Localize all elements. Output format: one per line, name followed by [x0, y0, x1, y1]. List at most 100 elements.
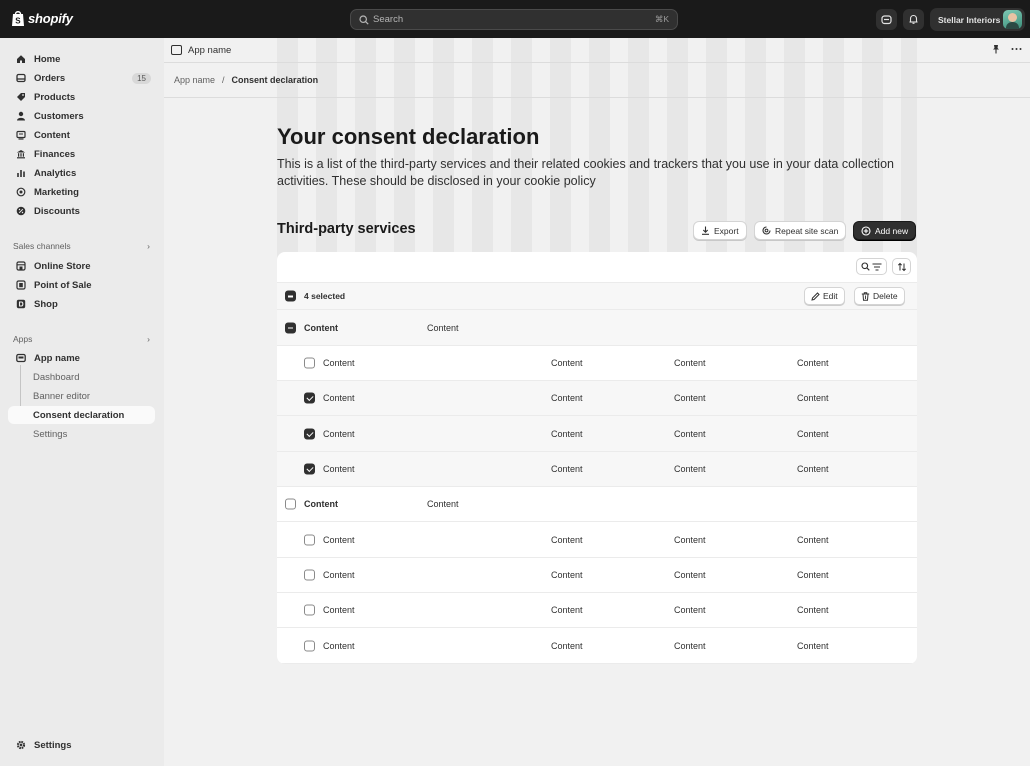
- select-all-checkbox[interactable]: [285, 290, 296, 302]
- row-cell: Content: [551, 570, 583, 580]
- sidebar-item-shop[interactable]: Shop: [8, 295, 155, 313]
- brand-name: shopify: [28, 11, 73, 26]
- sidebar-item-online-store[interactable]: Online Store: [8, 257, 155, 275]
- sidebar-item-home[interactable]: Home: [8, 50, 155, 68]
- sidebar-item-settings[interactable]: Settings: [8, 736, 155, 754]
- row-checkbox[interactable]: [304, 428, 315, 439]
- search-filter-button[interactable]: [856, 258, 887, 275]
- breadcrumb-parent-link[interactable]: App name: [174, 75, 215, 85]
- row-name: Content: [304, 499, 338, 509]
- chevron-right-icon: ›: [147, 241, 150, 251]
- row-name: Content: [323, 605, 355, 615]
- table-row[interactable]: Content Content Content Content: [277, 452, 917, 487]
- app-icon: [171, 45, 182, 55]
- table-row[interactable]: Content Content Content Content: [277, 381, 917, 416]
- add-new-label: Add new: [875, 225, 909, 236]
- sidebar-item-products[interactable]: Products: [8, 88, 155, 106]
- shopify-logo[interactable]: S shopify: [11, 10, 73, 27]
- delete-button[interactable]: Delete: [854, 287, 905, 305]
- avatar: [1003, 10, 1022, 29]
- table-row[interactable]: Content Content Content Content: [277, 416, 917, 452]
- apps-header[interactable]: Apps ›: [13, 334, 150, 344]
- sidebar-subitem-settings[interactable]: Settings: [8, 425, 155, 443]
- chevron-right-icon: ›: [147, 334, 150, 344]
- table-group-row[interactable]: Content Content: [277, 487, 917, 522]
- row-checkbox[interactable]: [304, 640, 315, 651]
- row-checkbox[interactable]: [304, 357, 315, 369]
- sidekick-icon: [881, 15, 892, 25]
- bulk-actions-bar: 4 selected Edit Delete: [277, 283, 917, 310]
- sales-channels-header[interactable]: Sales channels ›: [13, 241, 150, 251]
- sort-icon: [897, 262, 906, 271]
- row-cell: Content: [551, 605, 583, 615]
- table-toolbar: [277, 252, 917, 283]
- row-checkbox[interactable]: [304, 569, 315, 581]
- store-name: Stellar Interiors: [938, 14, 1001, 25]
- sidebar-item-content[interactable]: Content: [8, 126, 155, 144]
- table-row[interactable]: Content Content Content Content: [277, 522, 917, 558]
- sidebar-subitem-banner-editor[interactable]: Banner editor: [8, 387, 155, 405]
- table-row[interactable]: Content Content Content Content: [277, 628, 917, 664]
- sort-button[interactable]: [892, 258, 911, 275]
- row-checkbox[interactable]: [285, 498, 296, 510]
- delete-label: Delete: [873, 291, 898, 301]
- sidebar-item-customers[interactable]: Customers: [8, 107, 155, 125]
- sidebar-item-label: Analytics: [34, 167, 77, 179]
- row-cell: Content: [674, 358, 706, 368]
- table-group-row[interactable]: Content Content: [277, 310, 917, 346]
- row-cell: Content: [797, 358, 829, 368]
- sidebar-item-orders[interactable]: Orders 15: [8, 69, 155, 87]
- services-table-card: 4 selected Edit Delete Content Content Con…: [277, 252, 917, 664]
- row-checkbox[interactable]: [304, 604, 315, 616]
- sidebar-subitem-consent-declaration[interactable]: Consent declaration: [8, 406, 155, 424]
- target-icon: [15, 187, 26, 198]
- pencil-icon: [811, 291, 820, 301]
- filter-icon: [872, 263, 882, 270]
- bar-chart-icon: [15, 168, 26, 179]
- row-checkbox[interactable]: [285, 322, 296, 333]
- search-input[interactable]: Search ⌘K: [350, 9, 678, 30]
- edit-button[interactable]: Edit: [804, 287, 845, 305]
- sidebar-item-discounts[interactable]: Discounts: [8, 202, 155, 220]
- row-name: Content: [323, 393, 355, 403]
- row-cell: Content: [674, 534, 706, 545]
- search-icon: [359, 14, 369, 25]
- main-content: App name App name / Consent declaration …: [164, 38, 1030, 766]
- row-checkbox[interactable]: [304, 392, 315, 404]
- sidebar-item-marketing[interactable]: Marketing: [8, 183, 155, 201]
- shop-icon: [15, 299, 26, 310]
- row-cell: Content: [551, 393, 583, 403]
- table-row[interactable]: Content Content Content Content: [277, 558, 917, 593]
- sidebar-item-app-name[interactable]: App name: [8, 349, 155, 367]
- row-cell: Content: [674, 428, 706, 439]
- sidebar-item-label: Content: [34, 129, 70, 141]
- row-name: Content: [323, 640, 355, 651]
- row-checkbox[interactable]: [304, 534, 315, 545]
- sidebar-item-label: Orders: [34, 72, 66, 84]
- more-options-icon[interactable]: [1011, 44, 1022, 54]
- trash-icon: [861, 291, 870, 301]
- notifications-button[interactable]: [903, 9, 924, 30]
- gear-icon: [15, 740, 26, 751]
- pin-icon[interactable]: [991, 44, 1001, 54]
- pos-icon: [15, 280, 26, 291]
- add-new-button[interactable]: Add new: [853, 221, 917, 240]
- table-row[interactable]: Content Content Content Content: [277, 346, 917, 381]
- row-cell: Content: [551, 640, 583, 651]
- sidebar-item-point-of-sale[interactable]: Point of Sale: [8, 276, 155, 294]
- sidebar-subitem-dashboard[interactable]: Dashboard: [8, 368, 155, 386]
- section-title: Third-party services: [277, 221, 416, 237]
- sidebar-item-finances[interactable]: Finances: [8, 145, 155, 163]
- repeat-site-scan-button[interactable]: Repeat site scan: [754, 221, 847, 240]
- breadcrumb: App name / Consent declaration: [164, 63, 1030, 98]
- sidebar-item-analytics[interactable]: Analytics: [8, 164, 155, 182]
- export-button[interactable]: Export: [693, 221, 747, 240]
- tag-icon: [15, 92, 26, 103]
- row-cell: Content: [427, 322, 459, 333]
- content-icon: [15, 130, 26, 141]
- row-checkbox[interactable]: [304, 463, 315, 475]
- store-menu-button[interactable]: Stellar Interiors: [930, 8, 1025, 31]
- sidekick-button[interactable]: [876, 9, 897, 30]
- table-row[interactable]: Content Content Content Content: [277, 593, 917, 628]
- row-cell: Content: [797, 393, 829, 403]
